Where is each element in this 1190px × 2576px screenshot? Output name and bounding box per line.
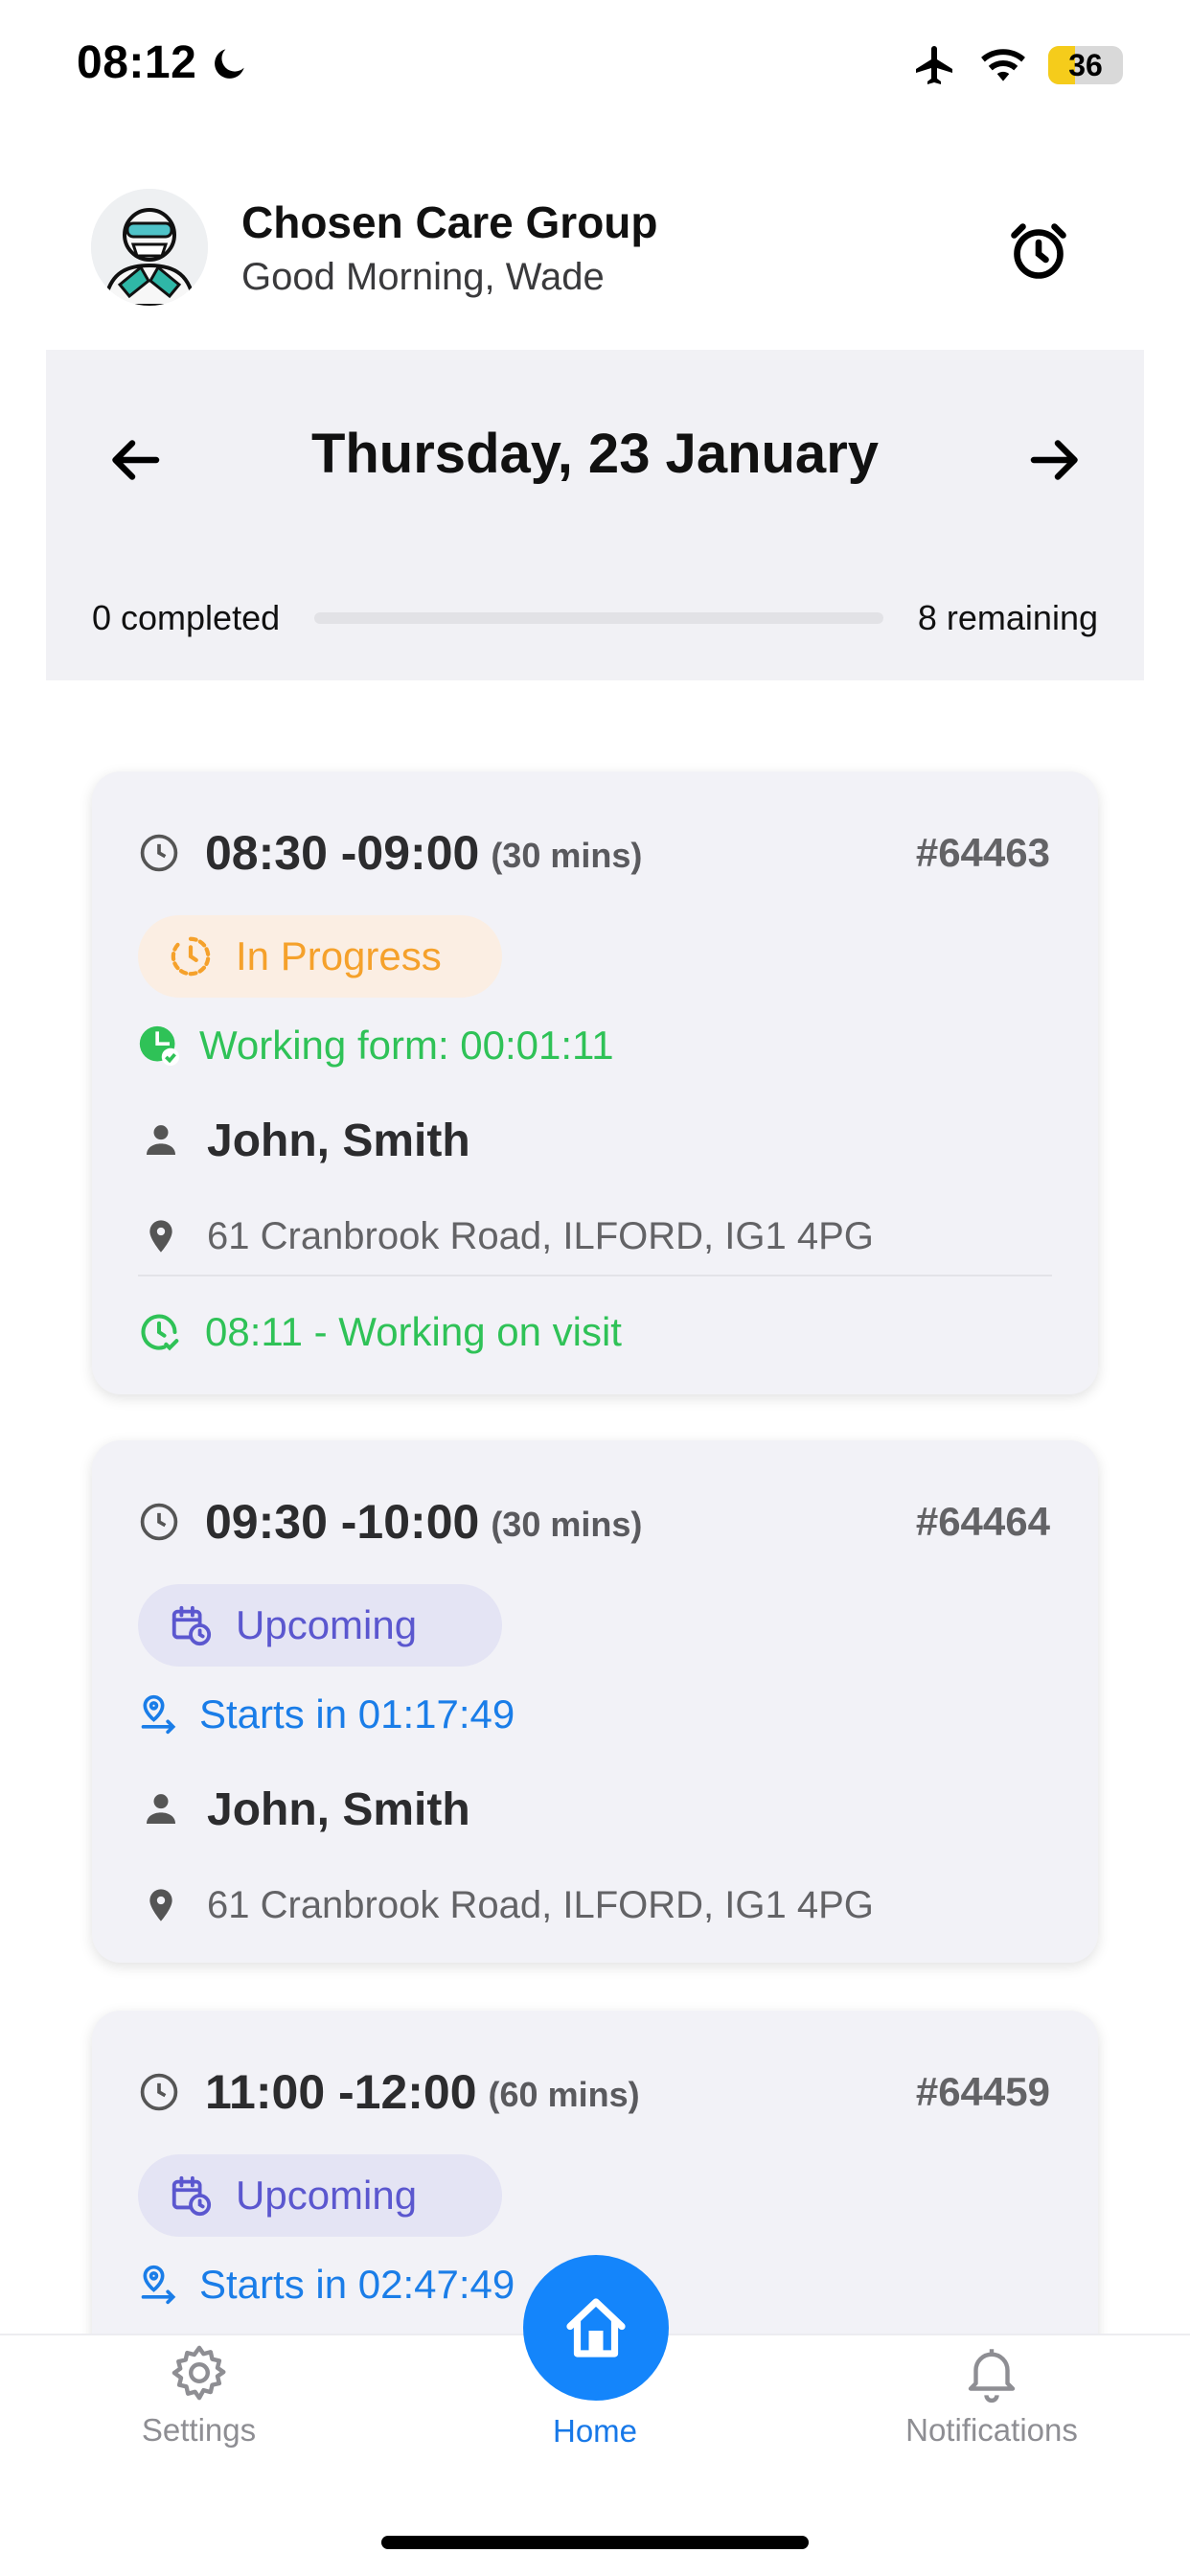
avatar: [91, 189, 208, 306]
client-name: John, Smith: [207, 1115, 470, 1166]
clock-icon: [140, 1503, 178, 1541]
wifi-icon: [981, 49, 1025, 81]
app-header: Chosen Care Group Good Morning, Wade: [0, 177, 1190, 321]
status-label: In Progress: [236, 933, 442, 978]
greeting-text: Good Morning, Wade: [241, 256, 605, 298]
remaining-count: 8 remaining: [917, 598, 1098, 637]
location-pin-icon: [149, 1889, 172, 1921]
status-badge: In Progress: [138, 915, 502, 998]
airplane-icon: [916, 46, 952, 84]
home-icon: [566, 2298, 626, 2358]
status-badge: Upcoming: [138, 2154, 502, 2237]
timer-progress-icon: [171, 936, 211, 977]
travel-route-icon: [141, 1694, 176, 1735]
moon-icon: [215, 49, 244, 79]
visit-id: #64464: [915, 1499, 1050, 1544]
visit-duration: (30 mins): [491, 836, 643, 875]
battery-icon: 36: [1048, 46, 1123, 84]
date-title: Thursday, 23 January: [310, 423, 880, 485]
clock-check-icon: [141, 1314, 179, 1351]
date-navigator: Thursday, 23 January 0 completed 8 remai…: [46, 350, 1144, 680]
visit-card[interactable]: 08:30 -09:00 (30 mins) #64463 In Progres…: [92, 771, 1098, 1394]
status-label: Upcoming: [236, 1602, 418, 1647]
visit-time: 11:00 -12:00: [205, 2065, 477, 2119]
status-bar: 08:12 36: [0, 0, 1190, 129]
visit-card[interactable]: 09:30 -10:00 (30 mins) #64464 Upcoming S…: [92, 1440, 1098, 1963]
client-name: John, Smith: [207, 1783, 470, 1835]
divider: [138, 1275, 1052, 1276]
person-icon: [147, 1794, 175, 1824]
person-icon: [147, 1125, 175, 1155]
visit-duration: (30 mins): [491, 1505, 643, 1544]
tab-home-label[interactable]: Home: [499, 2413, 691, 2450]
tab-notifications[interactable]: Notifications: [881, 2341, 1102, 2449]
status-badge: Upcoming: [138, 1584, 502, 1667]
client-address: 61 Cranbrook Road, ILFORD, IG1 4PG: [207, 1214, 874, 1257]
alarm-button[interactable]: [998, 211, 1079, 291]
progress-row: 0 completed 8 remaining: [92, 594, 1098, 642]
status-time: 08:12: [77, 37, 197, 88]
client-address: 61 Cranbrook Road, ILFORD, IG1 4PG: [207, 1883, 874, 1926]
arrow-right-icon: [1030, 440, 1078, 480]
org-name: Chosen Care Group: [241, 197, 658, 247]
tab-label: Notifications: [905, 2412, 1078, 2448]
calendar-clock-icon: [172, 1605, 212, 1646]
battery-level: 36: [1068, 47, 1103, 82]
bell-icon: [968, 2349, 1016, 2403]
tab-settings[interactable]: Settings: [105, 2341, 292, 2449]
visit-time: 09:30 -10:00: [205, 1495, 480, 1549]
visit-duration: (60 mins): [488, 2075, 640, 2114]
form-check-icon: [139, 1025, 180, 1067]
starts-in-timer: Starts in 02:47:49: [199, 2262, 515, 2307]
location-pin-icon: [149, 1220, 172, 1253]
completed-count: 0 completed: [92, 598, 281, 637]
progress-bar: [314, 612, 883, 624]
clock-icon: [140, 834, 178, 872]
tab-label: Settings: [141, 2412, 257, 2448]
clock-icon: [140, 2073, 178, 2111]
home-button[interactable]: [523, 2255, 669, 2401]
visit-id: #64463: [915, 830, 1050, 875]
starts-in-timer: Starts in 01:17:49: [199, 1691, 515, 1736]
visit-time: 08:30 -09:00: [205, 826, 480, 880]
travel-route-icon: [141, 2265, 176, 2305]
visit-log: 08:11 - Working on visit: [205, 1309, 622, 1354]
visit-id: #64459: [915, 2069, 1050, 2114]
alarm-clock-icon: [1011, 223, 1066, 279]
calendar-clock-icon: [172, 2175, 212, 2217]
working-form-timer: Working form: 00:01:11: [199, 1023, 614, 1068]
home-indicator: [381, 2536, 809, 2549]
gear-icon: [172, 2345, 225, 2401]
status-label: Upcoming: [236, 2173, 418, 2218]
next-day-button[interactable]: [1010, 417, 1096, 503]
